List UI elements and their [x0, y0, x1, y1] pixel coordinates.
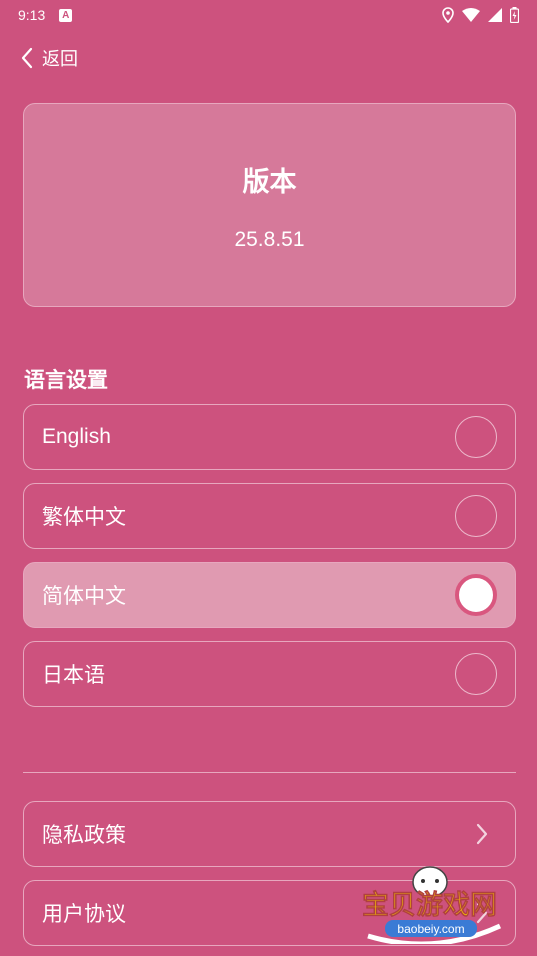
language-option-label: English	[42, 425, 111, 448]
version-number: 25.8.51	[234, 228, 305, 251]
status-time: 9:13	[18, 7, 46, 23]
wifi-icon	[462, 8, 480, 22]
back-label: 返回	[42, 49, 78, 70]
privacy-policy-label: 隐私政策	[42, 824, 126, 847]
radio-button-selected[interactable]	[455, 574, 497, 616]
watermark-title: 宝贝游戏网	[362, 889, 497, 921]
a-icon: A	[59, 8, 73, 22]
watermark-logo: 宝贝游戏网 baobeiy.com	[360, 864, 510, 947]
chevron-right-icon	[467, 819, 497, 849]
language-option-traditional-chinese[interactable]: 繁体中文	[23, 483, 516, 549]
radio-button[interactable]	[455, 653, 497, 695]
back-button[interactable]: 返回	[20, 44, 78, 72]
location-icon	[442, 7, 454, 23]
battery-icon	[510, 7, 519, 23]
user-agreement-label: 用户协议	[42, 903, 126, 926]
version-title: 版本	[242, 167, 297, 198]
privacy-policy-link[interactable]: 隐私政策	[23, 801, 516, 867]
language-section-title: 语言设置	[24, 368, 108, 392]
radio-button[interactable]	[455, 495, 497, 537]
language-option-label: 繁体中文	[42, 506, 126, 529]
language-option-label: 日本语	[42, 664, 105, 687]
version-card: 版本 25.8.51	[23, 103, 516, 307]
signal-icon	[488, 8, 502, 22]
language-option-label: 简体中文	[42, 585, 126, 608]
watermark-domain: baobeiy.com	[397, 922, 464, 936]
status-bar: 9:13 A	[0, 0, 537, 30]
language-option-japanese[interactable]: 日本语	[23, 641, 516, 707]
language-option-simplified-chinese[interactable]: 简体中文	[23, 562, 516, 628]
status-icons	[442, 7, 519, 23]
chevron-left-icon	[21, 47, 33, 69]
divider	[23, 772, 516, 773]
language-option-english[interactable]: English	[23, 404, 516, 470]
radio-button[interactable]	[455, 416, 497, 458]
